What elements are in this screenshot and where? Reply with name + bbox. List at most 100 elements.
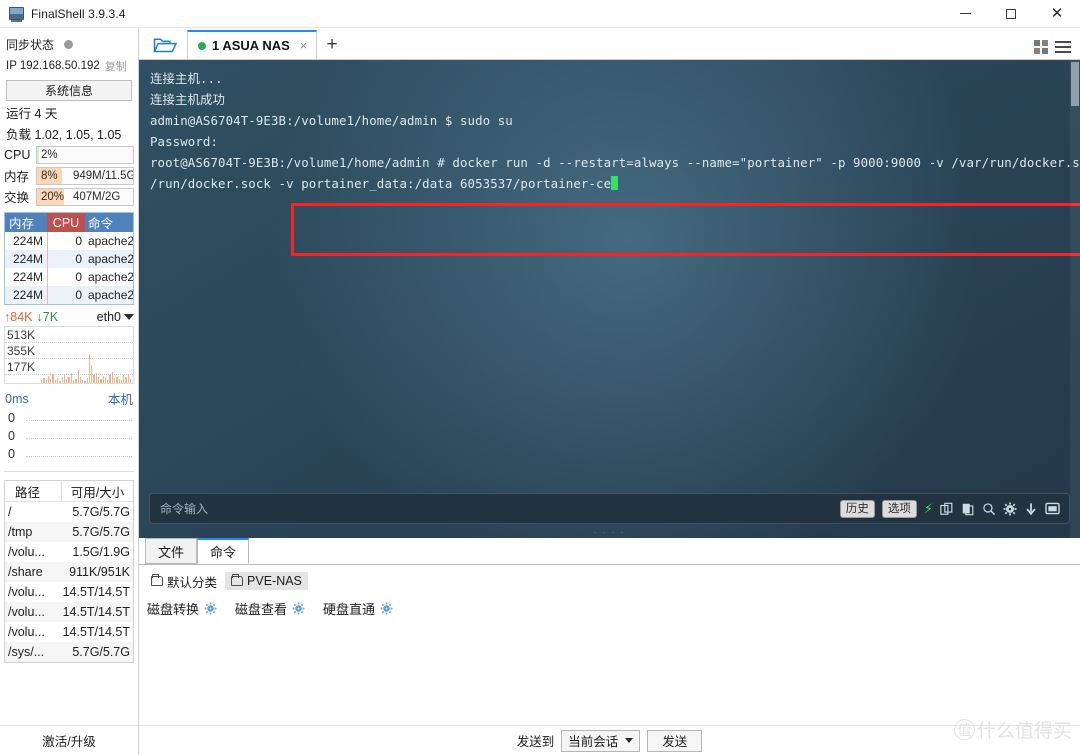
open-folder-button[interactable] — [145, 30, 185, 59]
disk-row[interactable]: /volu... 14.5T/14.5T — [5, 602, 133, 622]
category-label: PVE-NAS — [247, 574, 302, 588]
search-icon[interactable] — [982, 502, 996, 516]
disk-size: 14.5T/14.5T — [62, 605, 130, 619]
load-average-label: 负载 1.02, 1.05, 1.05 — [6, 128, 122, 142]
network-bar — [52, 374, 54, 383]
network-download: ↓7K — [36, 310, 59, 324]
close-button[interactable]: ✕ — [1034, 0, 1080, 27]
category-PVE-NAS[interactable]: PVE-NAS — [225, 572, 308, 590]
minimize-button[interactable] — [942, 0, 988, 27]
bottom-tab-文件[interactable]: 文件 — [145, 538, 198, 564]
options-button[interactable]: 选项 — [881, 499, 917, 518]
connected-status-dot — [198, 41, 206, 50]
command-input-bar[interactable]: 命令输入 历史 选项 ⚡ — [149, 493, 1070, 524]
hamburger-menu-icon[interactable] — [1055, 41, 1071, 53]
network-bar — [75, 378, 77, 383]
command-bar-tools: 历史 选项 ⚡ — [839, 499, 1069, 518]
open-folder-icon — [153, 37, 177, 52]
new-tab-button[interactable]: + — [317, 30, 347, 59]
gear-icon[interactable] — [380, 602, 393, 615]
command-shortcut[interactable]: 磁盘查看 — [235, 599, 305, 618]
meter-bar: 8% 949M/11.5G — [36, 166, 134, 185]
network-bar — [118, 379, 120, 383]
copy-ip-link[interactable]: 复制 — [105, 58, 127, 74]
latency-graph: 0 0 0 — [4, 410, 134, 472]
process-row[interactable]: 224M 0 apache2 — [5, 232, 133, 250]
maximize-icon — [1006, 8, 1016, 19]
disk-row[interactable]: /volu... 1.5G/1.9G — [5, 542, 133, 562]
send-button[interactable]: 发送 — [647, 729, 703, 752]
process-cmd: apache2 — [88, 252, 133, 266]
send-target-select[interactable]: 当前会话 — [561, 729, 641, 752]
uptime-label: 运行 4 天 — [6, 107, 58, 121]
disk-row[interactable]: /share 911K/951K — [5, 562, 133, 582]
grid-view-icon[interactable] — [1034, 40, 1048, 54]
network-interface-selector[interactable]: eth0 — [97, 310, 134, 324]
process-cpu: 0 — [47, 232, 85, 250]
window-title: FinalShell 3.9.3.4 — [31, 6, 126, 21]
window-icon[interactable] — [1045, 502, 1060, 515]
paste-icon[interactable] — [961, 502, 975, 516]
panel-resize-handle[interactable]: · · · · — [139, 528, 1080, 537]
terminal-line: admin@AS6704T-9E3B:/volume1/home/admin $… — [150, 113, 513, 128]
computer-icon — [9, 7, 24, 22]
maximize-button[interactable] — [988, 0, 1034, 27]
network-bar — [107, 379, 109, 383]
network-bar — [127, 373, 129, 383]
copy-icon[interactable] — [940, 502, 954, 516]
terminal-scrollbar[interactable] — [1070, 60, 1080, 538]
command-shortcut[interactable]: 硬盘直通 — [323, 599, 393, 618]
ip-address-label: IP 192.168.50.192 — [6, 60, 100, 72]
process-cpu: 0 — [47, 250, 85, 268]
disk-table-header: 路径 可用/大小 — [5, 481, 133, 502]
command-label: 硬盘直通 — [323, 602, 376, 617]
command-highlight-box — [291, 203, 1080, 256]
process-mem: 224M — [12, 288, 43, 302]
bottom-tab-命令[interactable]: 命令 — [197, 538, 250, 564]
activate-upgrade-link[interactable]: 激活/升级 — [0, 725, 138, 755]
network-bar — [56, 378, 59, 383]
network-bar — [102, 375, 104, 383]
gear-icon[interactable] — [292, 602, 305, 615]
disk-row[interactable]: /sys/... 5.7G/5.7G — [5, 642, 133, 662]
disk-header-path: 路径 — [15, 485, 41, 500]
disk-size: 5.7G/5.7G — [72, 525, 130, 539]
bolt-icon[interactable]: ⚡ — [924, 501, 933, 517]
category-默认分类[interactable]: 默认分类 — [145, 570, 223, 593]
system-info-button[interactable]: 系统信息 — [6, 80, 132, 101]
bottom-tab-strip: 文件 命令 — [139, 538, 1080, 565]
download-icon[interactable] — [1024, 502, 1038, 516]
disk-row[interactable]: /volu... 14.5T/14.5T — [5, 622, 133, 642]
network-y-label-0: 513K — [7, 328, 36, 342]
disk-row[interactable]: /volu... 14.5T/14.5T — [5, 582, 133, 602]
network-bar — [123, 375, 125, 383]
gear-icon[interactable] — [1003, 502, 1017, 516]
disk-table-body: / 5.7G/5.7G/tmp 5.7G/5.7G/volu... 1.5G/1.9G… — [5, 502, 133, 662]
network-interface-label: eth0 — [96, 310, 121, 324]
sync-status-indicator — [64, 39, 74, 49]
network-bar — [95, 373, 98, 383]
process-row[interactable]: 224M 0 apache2 — [5, 250, 133, 268]
tab-close-icon[interactable]: × — [300, 38, 308, 53]
network-bar — [66, 379, 68, 383]
terminal-output: 连接主机... 连接主机成功 admin@AS6704T-9E3B:/volume1… — [150, 68, 1080, 194]
network-bar — [70, 372, 72, 383]
process-row[interactable]: 224M 0 apache2 — [5, 268, 133, 286]
network-bar — [88, 353, 91, 383]
process-cpu: 0 — [47, 286, 85, 304]
sync-status-label: 同步状态 — [6, 37, 55, 52]
session-tab-asua-nas[interactable]: 1 ASUA NAS × — [187, 30, 317, 59]
disk-row[interactable]: /tmp 5.7G/5.7G — [5, 522, 133, 542]
folder-icon — [151, 574, 163, 586]
network-bar — [41, 379, 43, 383]
process-row[interactable]: 224M 0 apache2 — [5, 286, 133, 304]
network-bar — [116, 376, 118, 383]
history-button[interactable]: 历史 — [839, 499, 875, 518]
terminal-surface[interactable]: 连接主机... 连接主机成功 admin@AS6704T-9E3B:/volume1… — [139, 60, 1080, 538]
disk-row[interactable]: / 5.7G/5.7G — [5, 502, 133, 522]
network-bar — [111, 371, 113, 383]
command-shortcut[interactable]: 磁盘转换 — [147, 599, 217, 618]
gear-icon[interactable] — [204, 602, 217, 615]
network-bar — [45, 380, 47, 383]
network-y-label-1: 355K — [7, 344, 36, 358]
